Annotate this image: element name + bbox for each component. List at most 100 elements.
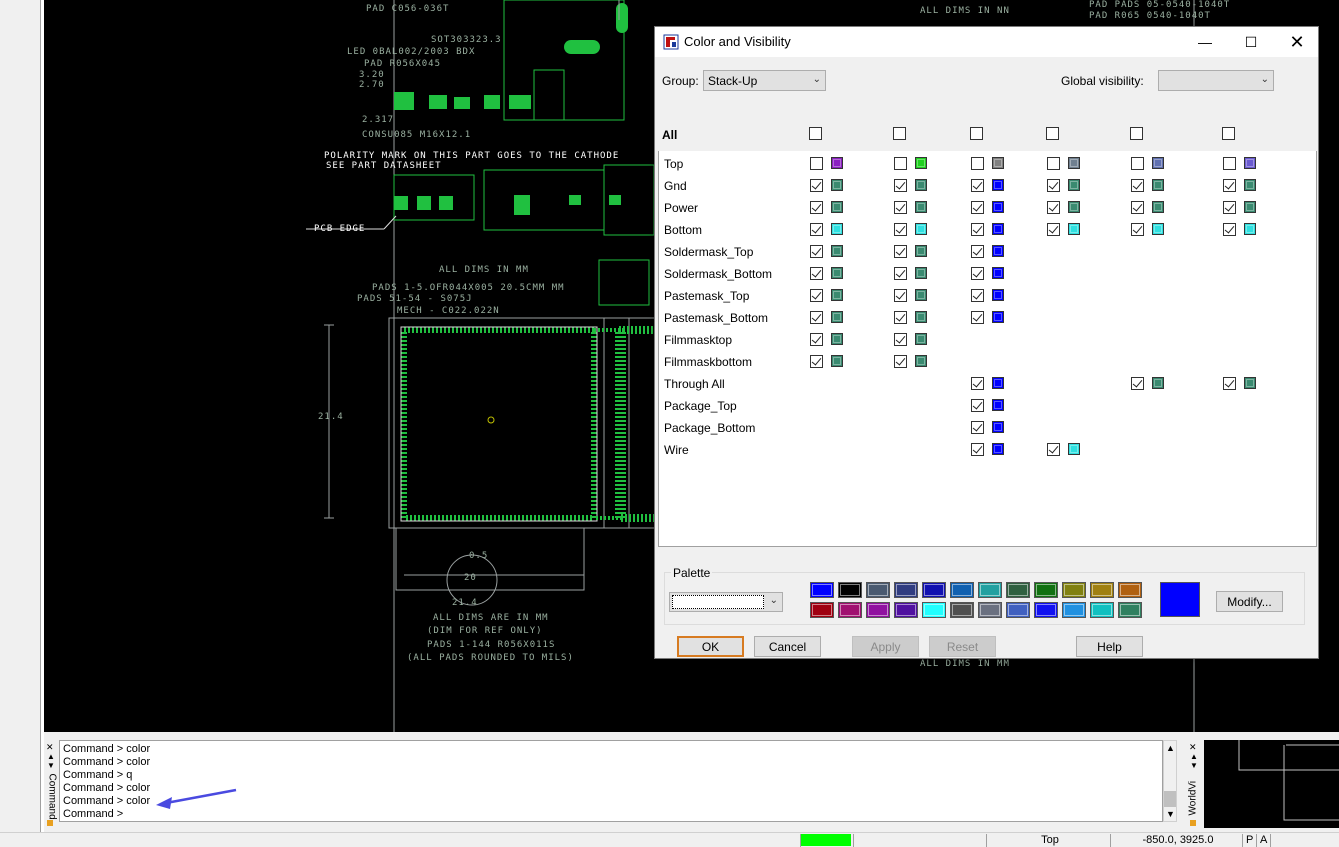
color-swatch[interactable]: [831, 223, 843, 235]
modify-button[interactable]: Modify...: [1216, 591, 1283, 612]
visibility-checkbox[interactable]: [810, 311, 823, 324]
visibility-checkbox[interactable]: [1047, 157, 1060, 170]
visibility-checkbox[interactable]: [1047, 201, 1060, 214]
arrow-down-icon[interactable]: ▼: [1190, 761, 1198, 770]
visibility-checkbox[interactable]: [894, 311, 907, 324]
visibility-checkbox[interactable]: [894, 333, 907, 346]
visibility-checkbox[interactable]: [971, 377, 984, 390]
color-swatch[interactable]: [1244, 157, 1256, 169]
palette-color[interactable]: [1118, 602, 1142, 618]
visibility-checkbox[interactable]: [810, 267, 823, 280]
color-swatch[interactable]: [831, 311, 843, 323]
visibility-checkbox[interactable]: [1223, 201, 1236, 214]
ok-button[interactable]: OK: [677, 636, 744, 657]
palette-color[interactable]: [1090, 602, 1114, 618]
color-swatch[interactable]: [831, 179, 843, 191]
all-checkbox-col-6[interactable]: [1222, 127, 1235, 140]
color-swatch[interactable]: [1152, 377, 1164, 389]
palette-color[interactable]: [838, 602, 862, 618]
command-scrollbar[interactable]: ▲ ▼: [1163, 740, 1177, 822]
arrow-down-icon[interactable]: ▼: [47, 761, 55, 770]
visibility-checkbox[interactable]: [894, 289, 907, 302]
color-swatch[interactable]: [992, 399, 1004, 411]
color-swatch[interactable]: [831, 267, 843, 279]
color-swatch[interactable]: [1068, 179, 1080, 191]
visibility-checkbox[interactable]: [810, 201, 823, 214]
color-swatch[interactable]: [1068, 157, 1080, 169]
palette-color[interactable]: [894, 602, 918, 618]
visibility-checkbox[interactable]: [894, 267, 907, 280]
palette-color[interactable]: [894, 582, 918, 598]
status-layer[interactable]: Top: [986, 834, 1110, 847]
command-side-tab[interactable]: ✕ ▲ ▼ Command: [44, 740, 58, 826]
all-checkbox-col-1[interactable]: [809, 127, 822, 140]
visibility-checkbox[interactable]: [1223, 179, 1236, 192]
visibility-checkbox[interactable]: [1131, 223, 1144, 236]
scroll-thumb[interactable]: [1164, 791, 1176, 807]
status-a[interactable]: A: [1256, 834, 1270, 847]
palette-color[interactable]: [950, 582, 974, 598]
palette-color[interactable]: [1090, 582, 1114, 598]
color-swatch[interactable]: [992, 223, 1004, 235]
color-swatch[interactable]: [915, 333, 927, 345]
color-swatch[interactable]: [1152, 201, 1164, 213]
visibility-checkbox[interactable]: [1223, 223, 1236, 236]
visibility-checkbox[interactable]: [971, 399, 984, 412]
color-swatch[interactable]: [1244, 201, 1256, 213]
maximize-button[interactable]: ☐: [1228, 27, 1274, 57]
visibility-checkbox[interactable]: [1047, 443, 1060, 456]
color-swatch[interactable]: [1068, 443, 1080, 455]
color-swatch[interactable]: [1152, 179, 1164, 191]
color-swatch[interactable]: [992, 245, 1004, 257]
world-view-panel[interactable]: [1204, 740, 1339, 828]
visibility-checkbox[interactable]: [894, 223, 907, 236]
close-button[interactable]: ✕: [1274, 27, 1320, 57]
color-swatch[interactable]: [915, 201, 927, 213]
color-swatch[interactable]: [915, 311, 927, 323]
color-swatch[interactable]: [992, 289, 1004, 301]
scroll-down-icon[interactable]: ▼: [1166, 809, 1175, 819]
palette-color[interactable]: [866, 602, 890, 618]
all-checkbox-col-4[interactable]: [1046, 127, 1059, 140]
color-swatch[interactable]: [831, 201, 843, 213]
visibility-checkbox[interactable]: [971, 201, 984, 214]
visibility-checkbox[interactable]: [810, 245, 823, 258]
visibility-checkbox[interactable]: [1131, 157, 1144, 170]
visibility-checkbox[interactable]: [971, 311, 984, 324]
palette-color[interactable]: [978, 582, 1002, 598]
visibility-checkbox[interactable]: [1047, 223, 1060, 236]
worldview-side-tab[interactable]: ✕ ▲ ▼ WorldVi: [1185, 740, 1202, 828]
palette-color[interactable]: [950, 602, 974, 618]
visibility-checkbox[interactable]: [810, 355, 823, 368]
palette-color[interactable]: [1034, 602, 1058, 618]
color-swatch[interactable]: [915, 157, 927, 169]
arrow-up-icon[interactable]: ▲: [1190, 752, 1198, 761]
reset-button[interactable]: Reset: [929, 636, 996, 657]
visibility-checkbox[interactable]: [971, 443, 984, 456]
color-swatch[interactable]: [992, 179, 1004, 191]
group-select[interactable]: Stack-Up ⌄: [703, 70, 826, 91]
visibility-checkbox[interactable]: [810, 223, 823, 236]
palette-color[interactable]: [1118, 582, 1142, 598]
visibility-checkbox[interactable]: [971, 179, 984, 192]
visibility-checkbox[interactable]: [810, 289, 823, 302]
visibility-checkbox[interactable]: [971, 289, 984, 302]
arrow-up-icon[interactable]: ▲: [47, 752, 55, 761]
palette-select[interactable]: ⌄: [669, 592, 783, 612]
color-swatch[interactable]: [1068, 223, 1080, 235]
apply-button[interactable]: Apply: [852, 636, 919, 657]
color-swatch[interactable]: [1068, 201, 1080, 213]
minimize-button[interactable]: —: [1182, 27, 1228, 57]
color-swatch[interactable]: [1244, 179, 1256, 191]
color-swatch[interactable]: [915, 355, 927, 367]
palette-color[interactable]: [810, 602, 834, 618]
visibility-checkbox[interactable]: [894, 245, 907, 258]
color-swatch[interactable]: [831, 355, 843, 367]
cancel-button[interactable]: Cancel: [754, 636, 821, 657]
color-swatch[interactable]: [915, 267, 927, 279]
visibility-checkbox[interactable]: [1223, 157, 1236, 170]
all-checkbox-col-5[interactable]: [1130, 127, 1143, 140]
visibility-checkbox[interactable]: [894, 179, 907, 192]
help-button[interactable]: Help: [1076, 636, 1143, 657]
visibility-checkbox[interactable]: [971, 223, 984, 236]
